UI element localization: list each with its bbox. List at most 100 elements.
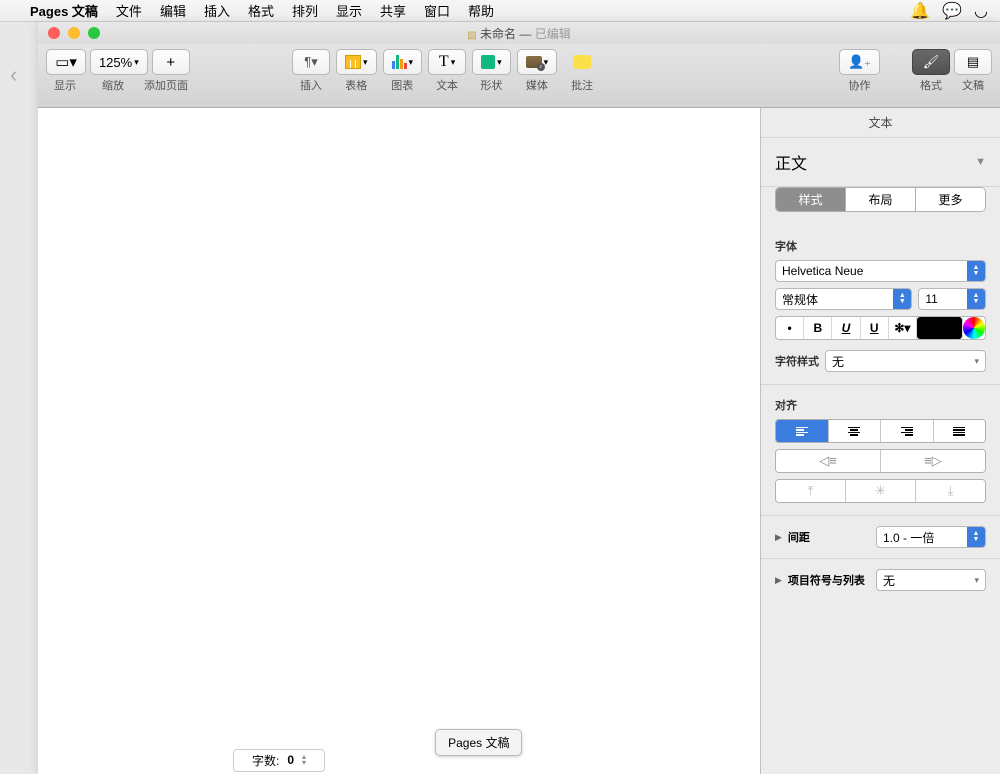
tab-layout[interactable]: 布局 [846,188,916,211]
align-right-button[interactable] [881,420,934,442]
media-button[interactable]: ♪▾ [517,49,558,75]
bold-button[interactable]: B [804,317,832,339]
menu-help[interactable]: 帮助 [468,1,494,20]
add-page-button[interactable]: + [152,49,190,75]
document-page[interactable] [38,108,760,774]
word-count[interactable]: 字数: 0 ▴▾ [233,749,325,772]
document-button[interactable]: ▤ [954,49,992,75]
menu-window[interactable]: 窗口 [424,1,450,20]
underline-button[interactable]: U [861,317,889,339]
shape-label: 形状 [480,77,502,93]
font-options-button[interactable]: ✻▾ [889,317,917,339]
font-weight-select[interactable]: 常规体 ▲▼ [775,288,912,310]
stepper-arrows-icon: ▲▼ [967,527,985,547]
text-button[interactable]: T▾ [428,49,466,75]
chart-label: 图表 [391,77,413,93]
format-button[interactable]: 🖌 [912,49,950,75]
menu-format[interactable]: 格式 [248,1,274,20]
window-minimize-button[interactable] [68,27,80,39]
menu-view[interactable]: 显示 [336,1,362,20]
comment-label: 批注 [571,77,593,93]
stepper-arrows-icon: ▲▼ [893,289,911,309]
table-icon [345,55,361,69]
tab-more[interactable]: 更多 [916,188,985,211]
paragraph-style-row[interactable]: 正文 ▼ [761,138,1000,187]
collaborate-button[interactable]: 👤₊ [839,49,880,75]
font-label: 字体 [775,238,986,254]
back-arrow-icon[interactable]: ‹ [10,62,17,88]
view-icon: ▭▾ [55,53,77,71]
menubar-status-right: 🔔 💬 ◡ [910,1,988,21]
valign-bottom-icon: ⤓ [948,483,954,499]
align-left-button[interactable] [776,420,829,442]
menu-edit[interactable]: 编辑 [160,1,186,20]
main-area: 字数: 0 ▴▾ Pages 文稿 文本 正文 ▼ 样式 布局 更多 [38,108,1000,774]
align-left-icon [796,427,808,436]
document-icon: ▤ [967,54,979,70]
align-right-icon [901,427,913,436]
font-size-select[interactable]: 11 ▲▼ [918,288,986,310]
menu-insert[interactable]: 插入 [204,1,230,20]
add-page-label: 添加页面 [142,77,190,93]
text-label: 文本 [436,77,458,93]
valign-middle-icon: ✳ [875,483,886,499]
bullets-select[interactable]: 无 ▾ [876,569,986,591]
insert-button[interactable]: ¶▾ [292,49,330,75]
disclosure-triangle-icon: ▶ [775,532,782,543]
bullets-row[interactable]: ▶ 项目符号与列表 无 ▾ [761,559,1000,601]
color-wheel-button[interactable] [963,317,985,339]
chart-button[interactable]: ▾ [383,49,423,75]
comment-button[interactable] [563,49,601,75]
paragraph-style-value: 正文 [775,150,807,174]
menu-share[interactable]: 共享 [380,1,406,20]
indent-button[interactable]: ≡▷ [881,450,985,472]
shape-button[interactable]: ▾ [472,49,511,75]
media-icon: ♪ [526,56,542,68]
color-wheel-icon [963,317,985,339]
disclosure-triangle-icon: ▶ [775,575,782,586]
spacing-select[interactable]: 1.0 - 一倍 ▲▼ [876,526,986,548]
person-plus-icon: 👤₊ [848,54,871,70]
document-label: 文稿 [954,77,992,93]
valign-top-icon: ⤒ [808,483,814,499]
wifi-icon[interactable]: ◡ [974,1,988,21]
valign-middle-button[interactable]: ✳ [846,480,916,502]
font-family-select[interactable]: Helvetica Neue ▲▼ [775,260,986,282]
menu-file[interactable]: 文件 [116,1,142,20]
indent-group: ◁≡ ≡▷ [775,449,986,473]
pages-window: ▧ 未命名 — 已编辑 ▭▾ 125%▾ + 显示 缩放 添加页面 ¶▾ 插入 … [38,22,1000,774]
char-style-select[interactable]: 无 ▾ [825,350,986,372]
chevron-down-icon: ▼ [975,156,986,168]
window-maximize-button[interactable] [88,27,100,39]
notification-icon[interactable]: 🔔 [910,1,930,21]
stepper-arrows-icon: ▲▼ [967,289,985,309]
italic-button[interactable]: U [832,317,860,339]
char-style-label: 字符样式 [775,353,819,369]
align-center-button[interactable] [829,420,882,442]
collaborate-label: 协作 [848,77,870,93]
wechat-icon[interactable]: 💬 [942,1,962,21]
valign-bottom-button[interactable]: ⤓ [916,480,985,502]
valign-top-button[interactable]: ⤒ [776,480,846,502]
text-align-group [775,419,986,443]
canvas-area[interactable]: 字数: 0 ▴▾ Pages 文稿 [38,108,760,774]
shape-icon [481,55,495,69]
spacing-row[interactable]: ▶ 间距 1.0 - 一倍 ▲▼ [761,516,1000,558]
toolbar: ▭▾ 125%▾ + 显示 缩放 添加页面 ¶▾ 插入 ▾ 表格 ▾ 图表 T▾… [38,44,1000,108]
menu-arrange[interactable]: 排列 [292,1,318,20]
app-menu[interactable]: Pages 文稿 [30,1,98,20]
inspector-tabs: 样式 布局 更多 [775,187,986,212]
text-color-button[interactable] [917,317,963,339]
tab-style[interactable]: 样式 [776,188,846,211]
window-titlebar: ▧ 未命名 — 已编辑 [38,22,1000,44]
plus-icon: + [166,54,175,71]
align-justify-button[interactable] [934,420,986,442]
alignment-section: 对齐 ◁≡ ≡▷ ⤒ ✳ ⤓ [761,385,1000,516]
outdent-button[interactable]: ◁≡ [776,450,881,472]
window-close-button[interactable] [48,27,60,39]
zoom-button[interactable]: 125%▾ [90,49,148,75]
comment-icon [573,55,591,69]
style-none-button[interactable]: • [776,317,804,339]
table-button[interactable]: ▾ [336,49,377,75]
view-button[interactable]: ▭▾ [46,49,86,75]
